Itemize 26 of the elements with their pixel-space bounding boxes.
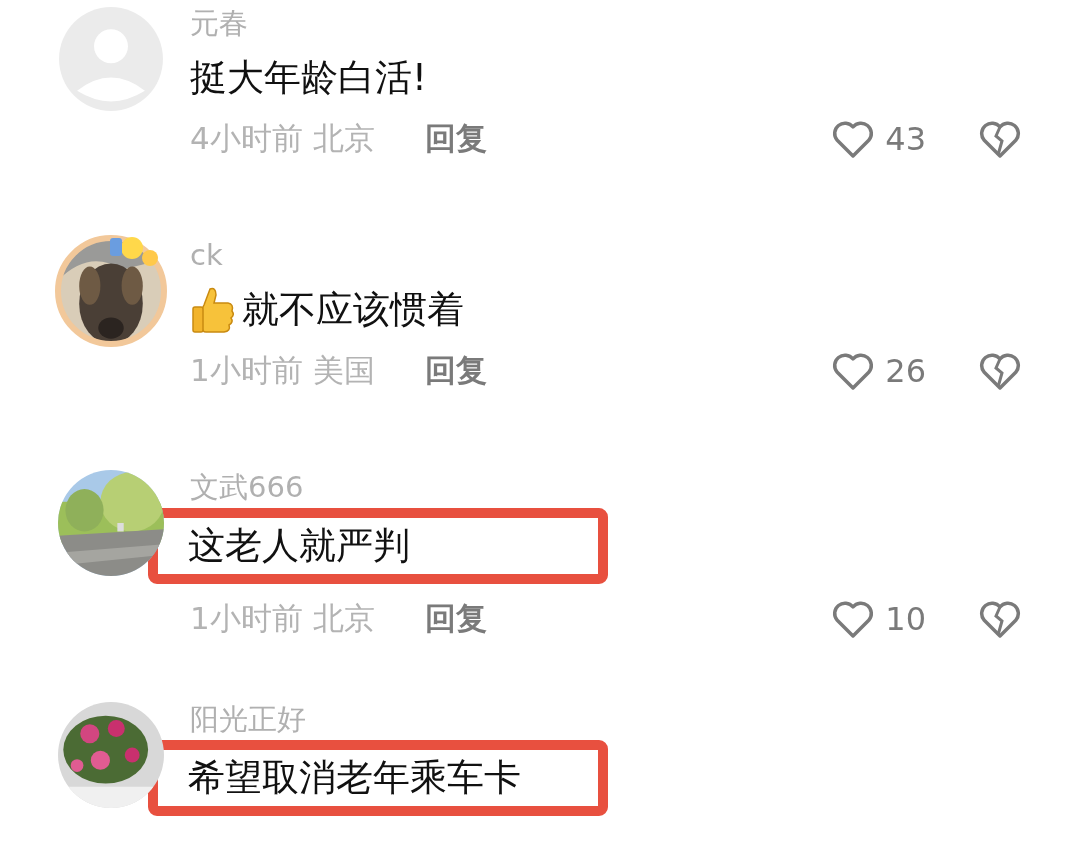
broken-heart-icon [978,599,1022,639]
heart-icon [831,351,876,391]
comment-text: 这老人就严判 [188,523,410,569]
user-name[interactable]: ck [190,234,1022,276]
comment-meta: 1小时前 美国 [190,351,375,390]
comment-text: 就不应该惯着 [242,287,464,333]
like-button[interactable]: 10 [831,599,926,639]
user-name[interactable]: 元春 [190,2,1022,44]
comment-text: 希望取消老年乘车卡 [188,755,521,801]
broken-heart-icon [978,351,1022,391]
user-name[interactable]: 文武666 [190,466,1022,508]
like-button[interactable]: 43 [831,119,926,159]
comment-meta: 1小时前 北京 [190,599,375,638]
like-button[interactable]: 26 [831,351,926,391]
heart-icon [831,119,876,159]
heart-icon [831,599,876,639]
dislike-button[interactable] [978,119,1022,159]
dislike-button[interactable] [978,599,1022,639]
user-name[interactable]: 阳光正好 [190,698,1022,740]
dislike-button[interactable] [978,351,1022,391]
comment-text: 挺大年龄白活! [190,55,427,101]
comment-meta: 4小时前 北京 [190,119,375,158]
reply-button[interactable]: 回复 [424,350,487,392]
reply-button[interactable]: 回复 [424,118,487,160]
broken-heart-icon [978,119,1022,159]
reply-button[interactable]: 回复 [424,598,487,640]
